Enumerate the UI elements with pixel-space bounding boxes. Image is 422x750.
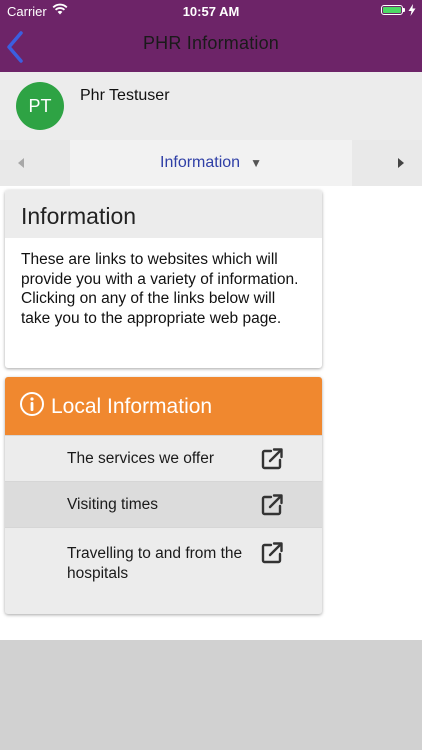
next-section-icon[interactable]	[396, 157, 406, 169]
user-name: Phr Testuser	[80, 87, 170, 104]
status-time: 10:57 AM	[182, 4, 240, 19]
charging-bolt-icon	[408, 4, 416, 16]
information-card-body: These are links to websites which will p…	[21, 251, 299, 327]
information-card: Information These are links to websites …	[5, 190, 322, 368]
info-circle-icon	[20, 392, 44, 416]
section-dropdown[interactable]: Information ▼	[70, 140, 352, 186]
information-card-header: Information	[5, 190, 322, 238]
page-title: PHR Information	[142, 33, 280, 53]
top-bar: Carrier 10:57 AM PHR Information	[0, 0, 422, 72]
bottom-empty-area	[0, 640, 422, 750]
external-link-icon[interactable]	[259, 540, 285, 566]
local-information-card: Local Information The services we offer …	[5, 377, 322, 614]
external-link-icon[interactable]	[259, 446, 285, 472]
user-header: PT Phr Testuser	[0, 72, 422, 140]
phr-information-screen: Carrier 10:57 AM PHR Information PT Phr …	[0, 0, 422, 750]
previous-section-icon[interactable]	[16, 157, 26, 169]
information-card-title: Information	[21, 203, 137, 229]
link-label: The services we offer	[67, 450, 215, 467]
link-label: Visiting times	[67, 496, 159, 513]
local-information-title: Local Information	[51, 395, 213, 418]
local-information-header: Local Information	[5, 377, 322, 435]
link-travelling-to-hospitals[interactable]: Travelling to and from the hospitals	[5, 527, 322, 613]
dropdown-caret-icon: ▼	[250, 156, 262, 170]
avatar: PT	[16, 82, 64, 130]
link-visiting-times[interactable]: Visiting times	[5, 481, 322, 527]
section-selector: Information ▼	[0, 140, 422, 186]
link-label: Travelling to and from the hospitals	[67, 545, 243, 582]
section-dropdown-label: Information	[160, 154, 241, 171]
battery-icon	[381, 5, 405, 15]
external-link-icon[interactable]	[259, 492, 285, 518]
status-bar: Carrier 10:57 AM	[0, 0, 422, 22]
link-services-we-offer[interactable]: The services we offer	[5, 435, 322, 481]
